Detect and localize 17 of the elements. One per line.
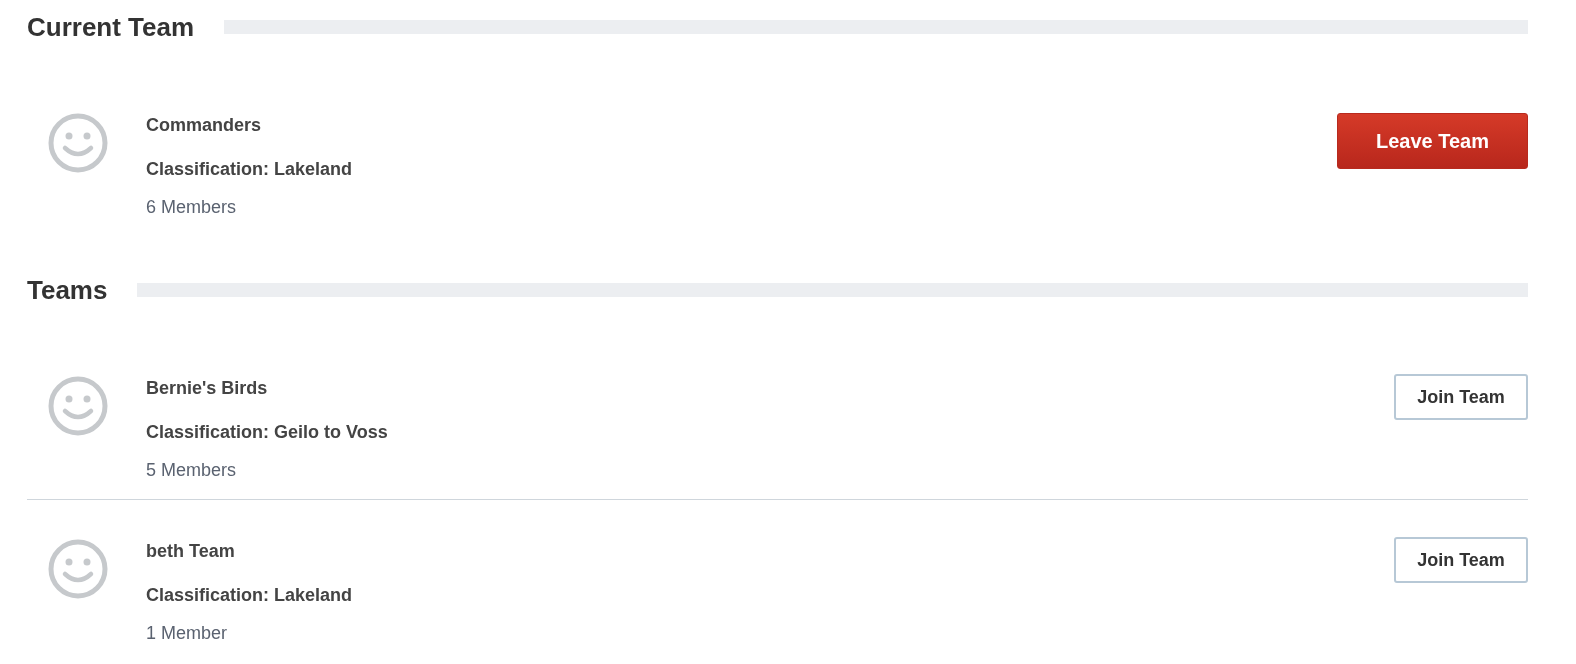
- join-team-button[interactable]: Join Team: [1394, 374, 1528, 420]
- section-heading: Current Team: [27, 11, 195, 43]
- section-heading: Teams: [27, 274, 108, 306]
- team-classification: Classification: Geilo to Voss: [146, 423, 389, 441]
- team-name: Bernie's Birds: [146, 379, 269, 397]
- smiley-icon: [48, 113, 108, 173]
- join-team-button[interactable]: Join Team: [1394, 537, 1528, 583]
- team-name: beth Team: [146, 542, 236, 560]
- member-count: 1 Member: [146, 624, 229, 642]
- team-classification: Classification: Lakeland: [146, 160, 354, 178]
- leave-team-button[interactable]: Leave Team: [1337, 113, 1528, 169]
- member-count: 6 Members: [146, 198, 238, 216]
- member-count: 5 Members: [146, 461, 238, 479]
- team-classification: Classification: Lakeland: [146, 586, 354, 604]
- team-name: Commanders: [146, 116, 263, 134]
- smiley-icon: [48, 376, 108, 436]
- smiley-icon: [48, 539, 108, 599]
